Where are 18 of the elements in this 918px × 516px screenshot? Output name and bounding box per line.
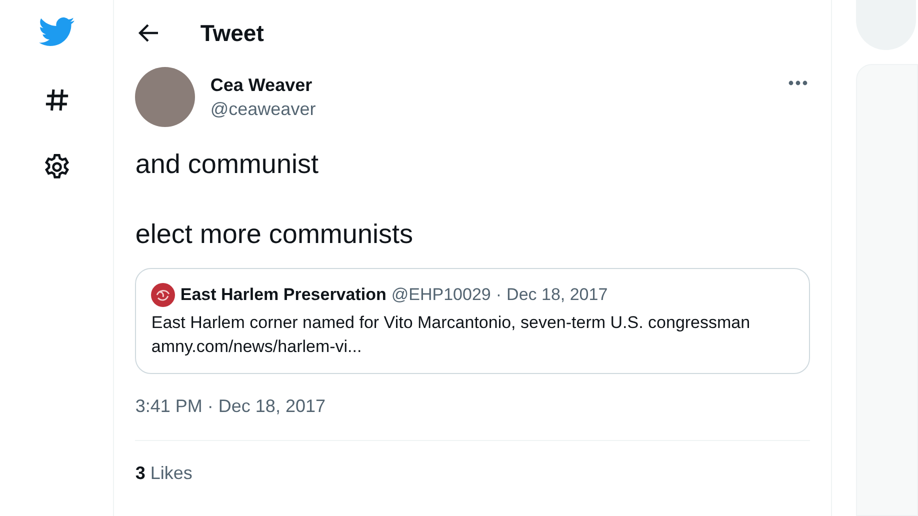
author-handle[interactable]: @ceaweaver: [210, 97, 773, 121]
author-name[interactable]: Cea Weaver: [210, 73, 773, 97]
likes-label[interactable]: Likes: [150, 461, 192, 485]
likes-count[interactable]: 3: [135, 461, 146, 485]
separator-dot: ·: [496, 284, 502, 306]
bird-logo-icon[interactable]: [38, 16, 75, 48]
quoted-author-name[interactable]: East Harlem Preservation: [180, 283, 386, 307]
tweet-text: elect more communists: [135, 218, 414, 251]
page-title: Tweet: [200, 20, 264, 46]
quoted-author-handle[interactable]: @EHP10029: [391, 283, 491, 307]
back-arrow-icon[interactable]: [138, 23, 160, 43]
rose-avatar-icon[interactable]: [151, 283, 176, 307]
more-options-icon[interactable]: [788, 80, 808, 86]
article-link[interactable]: amny.com/news/harlem-vi...: [151, 337, 362, 356]
tweet-timestamp[interactable]: 3:41 PM · Dec 18, 2017: [135, 394, 810, 418]
tweet-text: and communist: [135, 148, 320, 181]
quoted-tweet-date[interactable]: Dec 18, 2017: [506, 283, 608, 307]
quoted-tweet-text: East Harlem corner named for Vito Marcantonio, seven-term U.S. congressman amny.com/news/harlem-vi...: [151, 312, 752, 358]
